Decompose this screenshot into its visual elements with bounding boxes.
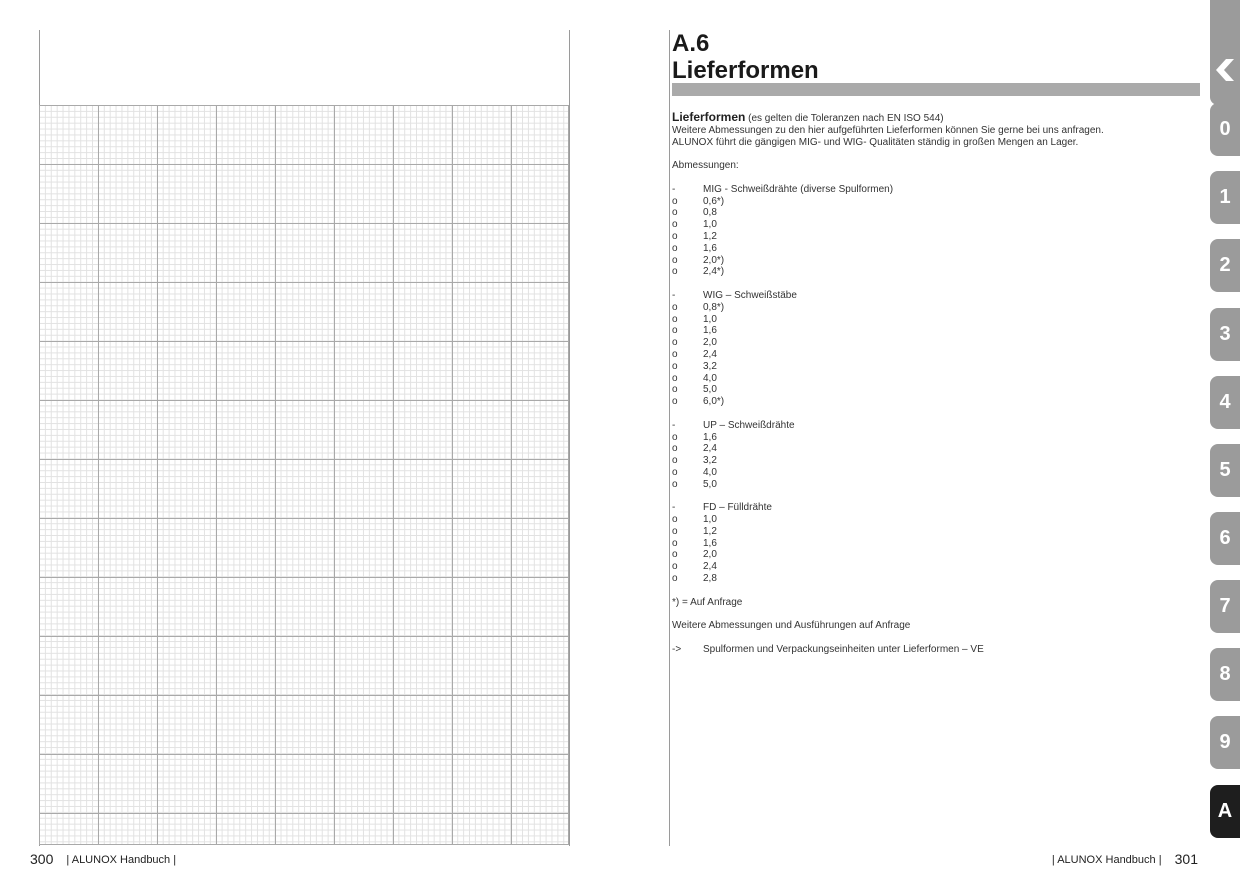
graph-paper-grid <box>39 105 569 845</box>
list-item: o 1,6 <box>672 431 717 443</box>
footer-text-right: | ALUNOX Handbuch | <box>1051 854 1162 866</box>
tab-a[interactable]: A <box>1210 785 1240 838</box>
arrow-marker: -> <box>672 643 682 655</box>
list-item: o 0,8 <box>672 207 717 219</box>
page-title: A.6 Lieferformen <box>672 30 819 84</box>
list-item: o 0,8*) <box>672 301 725 313</box>
group-title-row: - MIG - Schweißdrähte (diverse Spulformen… <box>672 183 894 195</box>
page-number-right: 301 <box>1174 851 1198 867</box>
page-number-left: 300 <box>30 851 54 867</box>
group-fd: - FD – Fülldrähte o 1,0 o 1,2 o 1,6 o 2,0 o 2,… <box>672 502 1197 585</box>
list-item: o 3,2 <box>672 360 717 372</box>
more-dimensions-note: Weitere Abmessungen und Ausführungen auf… <box>672 620 911 632</box>
list-item: o 2,4 <box>672 561 717 573</box>
intro-line-3: ALUNOX führt die gängigen MIG- und WIG- … <box>672 136 1079 148</box>
group-title-row: - FD – Fülldrähte <box>672 502 772 514</box>
intro-line-1: Lieferformen (es gelten die Toleranzen n… <box>672 110 1197 125</box>
right-page-footer: | ALUNOX Handbuch | 301 <box>1052 851 1198 867</box>
list-item: o 4,0 <box>672 466 717 478</box>
intro-title: Lieferformen <box>672 110 746 124</box>
list-item: o 1,0 <box>672 313 717 325</box>
tab-8[interactable]: 8 <box>1210 648 1240 701</box>
list-item: o 1,0 <box>672 514 717 526</box>
list-item: o 2,0 <box>672 549 717 561</box>
list-item: o 2,4 <box>672 443 717 455</box>
list-item: o 1,0 <box>672 219 717 231</box>
page-content: Lieferformen (es gelten die Toleranzen n… <box>672 110 1197 656</box>
dimensions-label: Abmessungen: <box>672 160 739 172</box>
footer-text-left: | ALUNOX Handbuch | <box>66 854 177 866</box>
heading-bar <box>672 83 1200 96</box>
intro-title-note: (es gelten die Toleranzen nach EN ISO 54… <box>748 113 944 124</box>
list-item: o 5,0 <box>672 478 717 490</box>
left-page-footer: 300 | ALUNOX Handbuch | <box>30 851 176 867</box>
list-item: o 1,2 <box>672 525 717 537</box>
tab-9[interactable]: 9 <box>1210 716 1240 769</box>
tab-4[interactable]: 4 <box>1210 376 1240 429</box>
list-item: o 1,6 <box>672 537 717 549</box>
tab-5[interactable]: 5 <box>1210 444 1240 497</box>
tab-3[interactable]: 3 <box>1210 308 1240 361</box>
group-up: - UP – Schweißdrähte o 1,6 o 2,4 o 3,2 o 4,0 … <box>672 420 1197 491</box>
group-mig: - MIG - Schweißdrähte (diverse Spulformen… <box>672 184 1197 278</box>
list-item: o 1,6 <box>672 325 717 337</box>
list-item: o 2,0*) <box>672 254 725 266</box>
list-item: o 2,0 <box>672 337 717 349</box>
tab-1[interactable]: 1 <box>1210 171 1240 224</box>
list-item: o 0,6*) <box>672 195 725 207</box>
list-item: o 2,4 <box>672 348 717 360</box>
alunox-logo-icon <box>1213 55 1237 85</box>
reference-text: Spulformen und Verpackungseinheiten unte… <box>703 643 984 655</box>
group-title-row: - UP – Schweißdrähte <box>672 419 795 431</box>
tab-0[interactable]: 0 <box>1210 103 1240 156</box>
list-item: o 3,2 <box>672 455 717 467</box>
reference-row: -> Spulformen und Verpackungseinheiten u… <box>672 644 1197 656</box>
section-number: A.6 <box>672 30 710 57</box>
list-item: o 4,0 <box>672 372 717 384</box>
footnote: *) = Auf Anfrage <box>672 596 743 608</box>
tab-2[interactable]: 2 <box>1210 239 1240 292</box>
tab-6[interactable]: 6 <box>1210 512 1240 565</box>
list-item: o 1,2 <box>672 230 717 242</box>
group-wig: - WIG – Schweißstäbe o 0,8*) o 1,0 o 1,6 o 2,… <box>672 290 1197 408</box>
right-page-margin-line <box>669 30 670 846</box>
list-item: o 6,0*) <box>672 396 725 408</box>
list-item: o 1,6 <box>672 242 717 254</box>
left-page-inner-line <box>569 30 570 846</box>
section-title: Lieferformen <box>672 57 819 84</box>
tab-7[interactable]: 7 <box>1210 580 1240 633</box>
intro-line-2: Weitere Abmessungen zu den hier aufgefüh… <box>672 124 1104 136</box>
list-item: o 2,4*) <box>672 266 725 278</box>
list-item: o 5,0 <box>672 384 717 396</box>
tab-logo[interactable] <box>1210 0 1240 105</box>
list-item: o 2,8 <box>672 573 717 585</box>
group-title-row: - WIG – Schweißstäbe <box>672 289 797 301</box>
